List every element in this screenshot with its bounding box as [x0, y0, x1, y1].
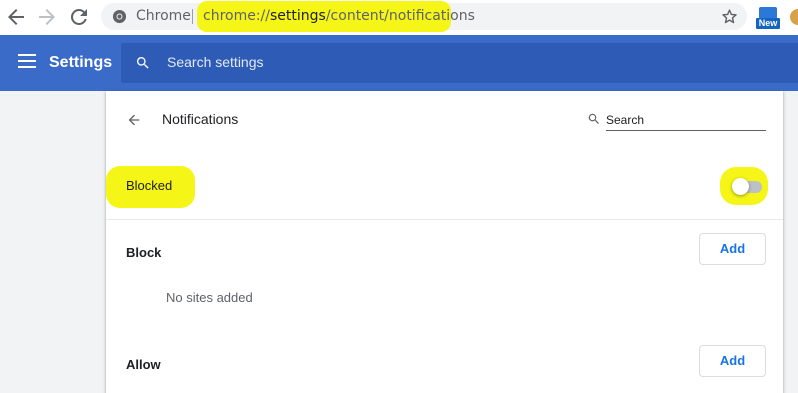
url-host: settings [270, 8, 326, 24]
extension-new-button[interactable]: New [756, 7, 780, 31]
block-empty-text: No sites added [166, 290, 253, 305]
block-add-button[interactable]: Add [699, 233, 766, 265]
settings-header: Settings Search settings [0, 35, 798, 91]
hamburger-menu-icon[interactable] [18, 54, 36, 68]
reload-button[interactable] [67, 5, 91, 29]
blocked-toggle[interactable] [732, 178, 762, 195]
settings-search-placeholder: Search settings [167, 54, 264, 70]
extension-badge: New [756, 18, 780, 29]
back-button[interactable] [4, 5, 28, 29]
forward-arrow-icon [39, 9, 55, 25]
browser-toolbar: Chrome chrome://settings/content/notific… [0, 0, 798, 35]
notifications-card: Notifications Blocked Block Add No sites… [106, 91, 783, 393]
omnibox-divider [192, 9, 193, 24]
chrome-logo-icon [112, 9, 127, 24]
page-title: Notifications [162, 111, 239, 127]
reload-icon [70, 8, 87, 25]
block-section-label: Block [126, 245, 162, 260]
extension-cookie-icon[interactable] [790, 9, 798, 25]
settings-search-bar[interactable]: Search settings [121, 43, 798, 83]
toggle-knob [732, 178, 749, 195]
search-icon [136, 57, 149, 69]
url-path: /content/notifications [325, 8, 475, 24]
subpage-back-button[interactable] [126, 112, 142, 128]
allow-section-label: Allow [126, 357, 161, 372]
search-icon [588, 113, 599, 124]
bookmark-star-icon[interactable] [721, 8, 738, 25]
divider [106, 219, 783, 220]
allow-add-button[interactable]: Add [699, 345, 766, 377]
url-text[interactable]: chrome://settings/content/notifications [203, 8, 475, 24]
settings-title: Settings [49, 54, 113, 71]
site-chip-label: Chrome [136, 8, 191, 24]
url-prefix: chrome:// [203, 8, 270, 24]
address-bar[interactable]: Chrome chrome://settings/content/notific… [101, 1, 747, 32]
blocked-label: Blocked [126, 178, 173, 193]
subpage-search [587, 109, 767, 131]
back-arrow-icon [128, 114, 140, 126]
back-arrow-icon [8, 9, 24, 25]
forward-button[interactable] [35, 5, 59, 29]
subpage-search-input[interactable] [606, 109, 766, 131]
